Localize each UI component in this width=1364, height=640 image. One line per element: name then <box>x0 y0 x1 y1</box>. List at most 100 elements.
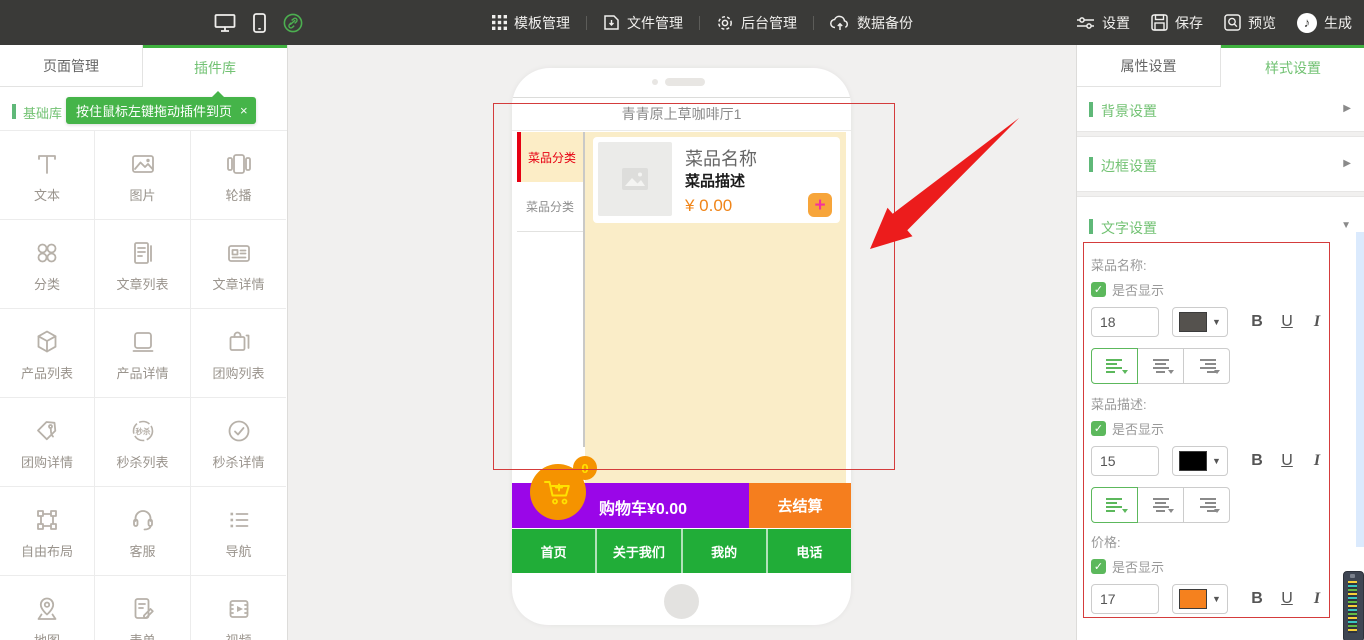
font-size-input[interactable] <box>1091 446 1159 476</box>
plugin-form[interactable]: 表单 <box>95 576 191 640</box>
checkout-button[interactable]: 去结算 <box>749 483 851 528</box>
phone-preview[interactable]: 青青原上草咖啡厅1 菜品分类 菜品分类 菜品名称 菜品描述 ¥ 0.00 + <box>512 68 851 625</box>
article-list-icon <box>128 237 158 269</box>
expand-arrow-icon[interactable]: ▶ <box>1343 103 1351 114</box>
article-detail-icon <box>224 237 254 269</box>
menu-backend-manage[interactable]: 后台管理 <box>716 13 797 33</box>
tab-page-manage[interactable]: 页面管理 <box>0 45 143 87</box>
section-border-settings[interactable]: 边框设置 ▶ <box>1077 137 1364 191</box>
plugin-flashsale-detail[interactable]: 秒杀详情 <box>191 398 286 487</box>
preview-button[interactable]: 预览 <box>1224 13 1276 33</box>
cart-total-label: 购物车¥0.00 <box>568 495 718 519</box>
save-button[interactable]: 保存 <box>1151 13 1203 33</box>
align-left-button[interactable] <box>1091 487 1138 523</box>
section-text-settings[interactable]: 文字设置 ▼ <box>1077 197 1364 242</box>
show-checkbox[interactable]: ✓ <box>1091 559 1106 574</box>
color-dropdown[interactable]: ▼ <box>1172 446 1228 476</box>
mini-scroll-widget[interactable] <box>1343 571 1364 640</box>
flashsale-circle-icon: 秒杀 <box>128 415 158 447</box>
device-switch-group <box>214 0 303 45</box>
desktop-icon[interactable] <box>214 13 236 33</box>
bold-button[interactable]: B <box>1250 313 1264 331</box>
plugin-free-layout[interactable]: 自由布局 <box>0 487 95 576</box>
tab-attribute-settings[interactable]: 属性设置 <box>1077 45 1221 87</box>
plugin-video[interactable]: 视频 <box>191 576 286 640</box>
section-accent-bar <box>1089 219 1093 234</box>
menu-file-manage[interactable]: 文件管理 <box>603 13 683 33</box>
plugin-carousel[interactable]: 轮播 <box>191 131 286 220</box>
underline-button[interactable]: U <box>1280 590 1294 608</box>
panel-scrollbar-track[interactable] <box>1356 232 1364 547</box>
tab-style-settings[interactable]: 样式设置 <box>1221 45 1364 87</box>
italic-button[interactable]: I <box>1310 313 1324 331</box>
plugin-text[interactable]: 文本 <box>0 131 95 220</box>
menu-data-backup[interactable]: 数据备份 <box>830 13 913 33</box>
plus-icon: + <box>814 196 825 215</box>
color-dropdown[interactable]: ▼ <box>1172 307 1228 337</box>
tab-label: 样式设置 <box>1265 58 1321 78</box>
menu-template-manage[interactable]: 模板管理 <box>492 13 570 33</box>
left-panel: 页面管理 插件库 基础库 文本 图片 轮播 分类 <box>0 45 288 640</box>
align-left-button[interactable] <box>1091 348 1138 384</box>
color-dropdown[interactable]: ▼ <box>1172 584 1228 614</box>
text-group-dish-name: 菜品名称: ✓ 是否显示 ▼ B U I <box>1091 255 1347 384</box>
mobile-icon[interactable] <box>253 13 266 33</box>
plugin-article-list[interactable]: 文章列表 <box>95 220 191 309</box>
dish-category-menu: 菜品分类 菜品分类 <box>517 132 583 232</box>
align-right-button[interactable] <box>1183 348 1230 384</box>
align-right-button[interactable] <box>1183 487 1230 523</box>
category-label: 菜品分类 <box>528 149 576 166</box>
plugin-category[interactable]: 分类 <box>0 220 95 309</box>
expand-arrow-icon[interactable]: ▶ <box>1343 158 1351 169</box>
group-label: 菜品名称: <box>1091 255 1347 274</box>
font-size-input[interactable] <box>1091 307 1159 337</box>
link-icon[interactable] <box>283 13 303 33</box>
sliders-icon <box>1076 15 1095 31</box>
phone-speaker-bar <box>665 78 705 86</box>
bold-button[interactable]: B <box>1250 452 1264 470</box>
align-right-icon <box>1198 359 1216 373</box>
bold-button[interactable]: B <box>1250 590 1264 608</box>
dish-card[interactable]: 菜品名称 菜品描述 ¥ 0.00 + <box>593 137 840 223</box>
plugin-product-detail[interactable]: 产品详情 <box>95 309 191 398</box>
tooltip-close-icon[interactable]: × <box>240 103 248 118</box>
category-item[interactable]: 菜品分类 <box>517 182 583 232</box>
show-checkbox[interactable]: ✓ <box>1091 282 1106 297</box>
generate-button[interactable]: ♪ 生成 <box>1297 13 1352 33</box>
plugin-article-detail[interactable]: 文章详情 <box>191 220 286 309</box>
section-accent-bar <box>12 104 16 119</box>
plugin-grid: 文本 图片 轮播 分类 文章列表 文章详情 <box>0 130 287 640</box>
show-label: 是否显示 <box>1112 280 1164 299</box>
plugin-flashsale-list[interactable]: 秒杀 秒杀列表 <box>95 398 191 487</box>
add-dish-button[interactable]: + <box>808 193 832 217</box>
plugin-product-list[interactable]: 产品列表 <box>0 309 95 398</box>
plugin-map[interactable]: 地图 <box>0 576 95 640</box>
nav-about[interactable]: 关于我们 <box>595 529 680 573</box>
align-center-button[interactable] <box>1137 348 1184 384</box>
plugin-groupbuy-list[interactable]: 团购列表 <box>191 309 286 398</box>
italic-button[interactable]: I <box>1310 590 1324 608</box>
italic-button[interactable]: I <box>1310 452 1324 470</box>
caret-down-icon: ▼ <box>1212 594 1221 604</box>
align-center-button[interactable] <box>1137 487 1184 523</box>
plugin-navigation[interactable]: 导航 <box>191 487 286 576</box>
settings-button[interactable]: 设置 <box>1076 13 1130 33</box>
font-size-input[interactable] <box>1091 584 1159 614</box>
section-background-settings[interactable]: 背景设置 ▶ <box>1077 88 1364 131</box>
divider <box>699 16 700 30</box>
underline-button[interactable]: U <box>1280 313 1294 331</box>
show-checkbox[interactable]: ✓ <box>1091 421 1106 436</box>
category-item-active[interactable]: 菜品分类 <box>517 132 583 182</box>
underline-button[interactable]: U <box>1280 452 1294 470</box>
nav-mine[interactable]: 我的 <box>681 529 766 573</box>
action-label: 保存 <box>1175 13 1203 33</box>
align-center-icon <box>1152 498 1170 512</box>
tab-plugin-library[interactable]: 插件库 <box>143 45 287 87</box>
plugin-image[interactable]: 图片 <box>95 131 191 220</box>
plugin-groupbuy-detail[interactable]: 团购详情 <box>0 398 95 487</box>
plugin-customer-service[interactable]: 客服 <box>95 487 191 576</box>
collapse-arrow-icon[interactable]: ▼ <box>1341 220 1351 231</box>
shopping-bag-icon <box>224 326 254 358</box>
nav-phone[interactable]: 电话 <box>766 529 851 573</box>
nav-home[interactable]: 首页 <box>512 529 595 573</box>
